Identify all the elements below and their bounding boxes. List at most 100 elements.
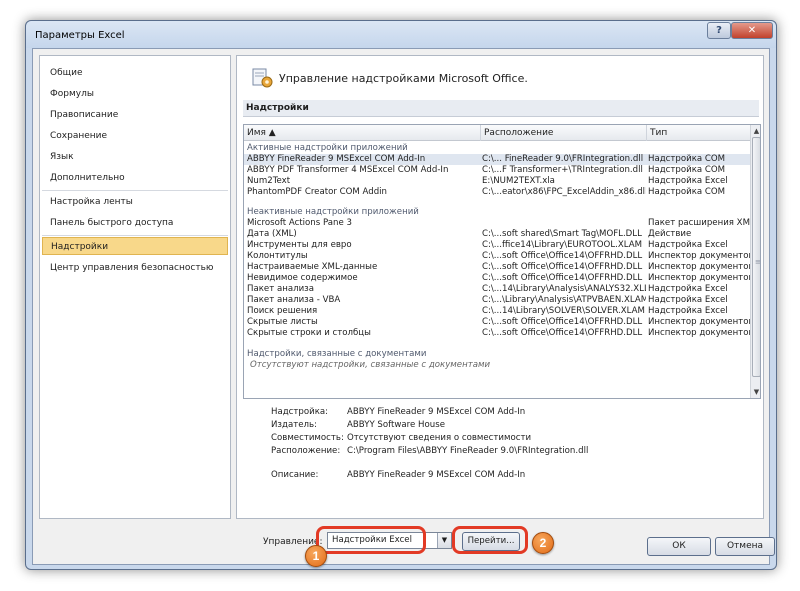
detail-location-label: Расположение: [271,446,341,456]
cell-location: C:\...soft Office\Office14\OFFRHD.DLL [482,251,643,261]
title-bar[interactable]: Параметры Excel ? ✕ [26,21,776,48]
ok-button[interactable]: ОК [647,537,711,556]
group-header-active: Активные надстройки приложений [247,143,408,153]
help-button[interactable]: ? [707,22,731,39]
cell-type: Надстройка COM [648,165,726,175]
sidebar-item-addins[interactable]: Надстройки [42,237,228,255]
table-row[interactable]: Microsoft Actions Pane 3 Пакет расширени… [244,218,750,229]
scroll-grip-icon: ≡ [755,258,761,266]
cell-type: Инспектор документов [648,273,750,283]
page-heading: Управление надстройками Microsoft Office… [279,72,528,85]
sidebar-item-advanced[interactable]: Дополнительно [42,169,228,187]
table-row[interactable]: Пакет анализа - VBA C:\...\Library\Analy… [244,295,750,306]
cell-type: Надстройка COM [648,187,726,197]
cell-name: PhantomPDF Creator COM Addin [247,187,387,197]
cell-location: C:\...soft Office\Office14\OFFRHD.DLL [482,273,643,283]
detail-addin-label: Надстройка: [271,407,329,417]
sidebar-item-language[interactable]: Язык [42,148,228,166]
detail-description-value: ABBYY FineReader 9 MSExcel COM Add-In [347,470,526,480]
cell-type: Надстройка Excel [648,295,728,305]
table-row[interactable]: Num2Text E:\NUM2TEXT.xla Надстройка Exce… [244,176,750,187]
cell-location: C:\...eator\x86\FPC_ExcelAddin_x86.dll [482,187,646,197]
cell-name: Num2Text [247,176,291,186]
dialog-client: Общие Формулы Правописание Сохранение Яз… [32,48,775,567]
column-divider[interactable] [646,125,647,141]
highlight-go-button [452,526,528,554]
scroll-down-icon[interactable]: ▼ [751,386,760,398]
step-badge-1: 1 [305,545,327,567]
table-row[interactable]: ABBYY PDF Transformer 4 MSExcel COM Add-… [244,165,750,176]
column-header-name[interactable]: Имя ▲ [247,128,276,138]
column-header-location[interactable]: Расположение [484,128,553,138]
addins-gear-icon [252,68,273,88]
highlight-manage-select [316,526,426,554]
table-row[interactable]: Колонтитулы C:\...soft Office\Office14\O… [244,251,750,262]
cell-name: Скрытые листы [247,317,318,327]
cell-type: Инспектор документов [648,317,750,327]
cell-location: C:\...soft shared\Smart Tag\MOFL.DLL [482,229,642,239]
group-header-inactive: Неактивные надстройки приложений [247,207,419,217]
cell-name: ABBYY FineReader 9 MSExcel COM Add-In [247,154,426,164]
window-title: Параметры Excel [35,30,125,41]
table-row[interactable]: Поиск решения C:\...14\Library\SOLVER\SO… [244,306,750,317]
detail-addin-value: ABBYY FineReader 9 MSExcel COM Add-In [347,407,526,417]
table-row[interactable]: PhantomPDF Creator COM Addin C:\...eator… [244,187,750,198]
table-row[interactable]: Дата (XML) C:\...soft shared\Smart Tag\M… [244,229,750,240]
cell-location: C:\...14\Library\Analysis\ANALYS32.XLL [482,284,646,294]
cell-type: Надстройка Excel [648,284,728,294]
table-row[interactable]: Скрытые строки и столбцы C:\...soft Offi… [244,328,750,339]
close-button[interactable]: ✕ [731,22,773,39]
detail-compat-value: Отсутствуют сведения о совместимости [347,433,532,443]
sidebar-item-trust-center[interactable]: Центр управления безопасностью [42,259,228,277]
table-row[interactable]: Инструменты для евро C:\...ffice14\Libra… [244,240,750,251]
detail-description-label: Описание: [271,470,319,480]
cell-name: Пакет анализа - VBA [247,295,341,305]
column-divider[interactable] [480,125,481,141]
cell-type: Надстройка Excel [648,240,728,250]
section-title: Надстройки [243,100,759,117]
cell-name: Microsoft Actions Pane 3 [247,218,352,228]
detail-location-value: C:\Program Files\ABBYY FineReader 9.0\FR… [347,446,589,456]
cell-name: Невидимое содержимое [247,273,358,283]
table-row[interactable]: Настраиваемые XML-данные C:\...soft Offi… [244,262,750,273]
cell-name: Скрытые строки и столбцы [247,328,371,338]
addins-panel: Управление надстройками Microsoft Office… [236,55,764,567]
sidebar-item-save[interactable]: Сохранение [42,127,228,145]
cell-type: Пакет расширения XML [648,218,750,228]
cell-name: Поиск решения [247,306,318,316]
cell-name: Настраиваемые XML-данные [247,262,378,272]
cancel-button[interactable]: Отмена [715,537,775,556]
sidebar-item-formulas[interactable]: Формулы [42,85,228,103]
detail-publisher-value: ABBYY Software House [347,420,445,430]
table-row[interactable]: ABBYY FineReader 9 MSExcel COM Add-In C:… [244,154,750,165]
cell-location: C:\...F Transformer+\TRIntegration.dll [482,165,643,175]
options-sidebar: Общие Формулы Правописание Сохранение Яз… [39,55,231,519]
cell-type: Надстройка Excel [648,306,728,316]
cell-name: Инструменты для евро [247,240,352,250]
sidebar-divider [42,190,228,191]
table-row[interactable]: Пакет анализа C:\...14\Library\Analysis\… [244,284,750,295]
excel-options-window: Параметры Excel ? ✕ Общие Формулы Правоп… [25,20,777,570]
cell-name: Колонтитулы [247,251,308,261]
cell-type: Инспектор документов [648,328,750,338]
table-row[interactable]: Невидимое содержимое C:\...soft Office\O… [244,273,750,284]
scroll-up-icon[interactable]: ▲ [751,125,760,137]
column-header-type[interactable]: Тип [650,128,667,138]
cell-location: C:\...soft Office\Office14\OFFRHD.DLL [482,262,643,272]
scrollbar-thumb[interactable]: ≡ [752,137,761,377]
sidebar-item-quick-access[interactable]: Панель быстрого доступа [42,214,228,232]
addins-list[interactable]: Имя ▲ Расположение Тип Активные надстрой… [243,124,761,399]
sidebar-item-customize-ribbon[interactable]: Настройка ленты [42,193,228,211]
cell-type: Действие [648,229,692,239]
cell-name: Пакет анализа [247,284,315,294]
list-header: Имя ▲ Расположение Тип [244,125,750,141]
cell-location: C:\...ffice14\Library\EUROTOOL.XLAM [482,240,642,250]
list-scrollbar[interactable]: ▲ ≡ ▼ [750,125,761,398]
table-row[interactable]: Скрытые листы C:\...soft Office\Office14… [244,317,750,328]
sidebar-item-general[interactable]: Общие [42,64,228,82]
cell-type: Инспектор документов [648,262,750,272]
sidebar-item-proofing[interactable]: Правописание [42,106,228,124]
cell-location: C:\...\Library\Analysis\ATPVBAEN.XLAM [482,295,646,305]
chevron-down-icon[interactable]: ▼ [437,533,451,548]
cell-location: C:\...soft Office\Office14\OFFRHD.DLL [482,328,643,338]
